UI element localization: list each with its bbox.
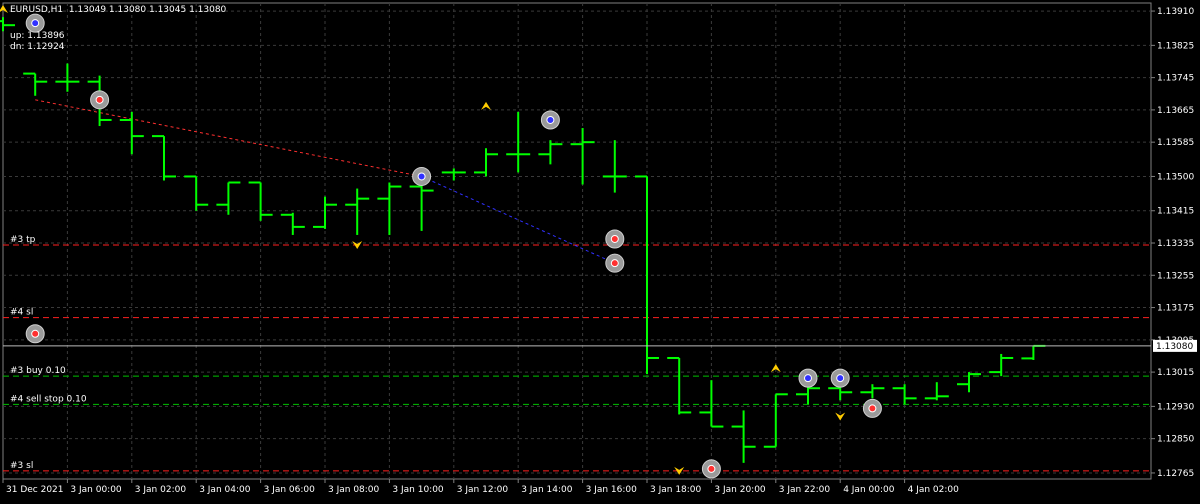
order-level-label: #4 sell stop 0.10 bbox=[10, 394, 87, 404]
time-tick-label: 3 Jan 14:00 bbox=[521, 485, 573, 495]
price-tick-label: 1.13825 bbox=[1157, 41, 1194, 51]
chart-window[interactable]: 1.13910 1.13825 1.13745 1.13665 1.13585 1.135… bbox=[0, 0, 1200, 500]
price-tick-label: 1.13665 bbox=[1157, 106, 1194, 116]
time-tick-label: 3 Jan 00:00 bbox=[70, 485, 122, 495]
price-tick-label: 1.12930 bbox=[1157, 402, 1194, 412]
time-tick-label: 3 Jan 08:00 bbox=[328, 485, 380, 495]
trade-marker-dot bbox=[95, 95, 104, 104]
order-level-label: #3 sl bbox=[10, 461, 33, 471]
trade-line bbox=[35, 99, 422, 177]
trade-marker-dot bbox=[804, 374, 812, 383]
trade-marker-dot bbox=[417, 172, 426, 181]
order-level-label: #4 sl bbox=[10, 308, 33, 318]
price-tick-label: 1.13255 bbox=[1157, 271, 1194, 281]
time-tick-label: 4 Jan 02:00 bbox=[908, 485, 960, 495]
time-tick-label: 31 Dec 2021 bbox=[6, 485, 64, 495]
price-tick-label: 1.12850 bbox=[1157, 435, 1194, 445]
price-tick-label: 1.13500 bbox=[1157, 172, 1194, 182]
order-level-label: #3 tp bbox=[10, 235, 36, 245]
fractal-arrow bbox=[481, 101, 491, 110]
price-tick-label: 1.13910 bbox=[1157, 7, 1194, 17]
time-tick-label: 3 Jan 06:00 bbox=[264, 485, 316, 495]
price-tick-label: 1.13585 bbox=[1157, 138, 1194, 148]
trade-marker-dot bbox=[707, 464, 716, 473]
trade-marker-dot bbox=[868, 404, 877, 413]
up-label: up: 1.13896 bbox=[10, 31, 65, 41]
price-tick-label: 1.13015 bbox=[1157, 368, 1194, 378]
price-tick-label: 1.13175 bbox=[1157, 304, 1194, 314]
trade-marker-dot bbox=[610, 234, 619, 243]
price-tick-label: 1.12765 bbox=[1157, 469, 1194, 479]
trade-marker-dot bbox=[31, 329, 40, 338]
fractal-arrow bbox=[0, 5, 8, 14]
price-tick-label: 1.13745 bbox=[1157, 74, 1194, 84]
price-tick-label: 1.13415 bbox=[1157, 207, 1194, 217]
time-tick-label: 3 Jan 22:00 bbox=[779, 485, 831, 495]
time-tick-label: 3 Jan 10:00 bbox=[392, 485, 444, 495]
trade-marker-dot bbox=[31, 19, 40, 28]
symbol-title: EURUSD,H1 1.13049 1.13080 1.13045 1.1308… bbox=[10, 5, 227, 15]
order-level-label: #3 buy 0.10 bbox=[10, 366, 66, 376]
time-tick-label: 3 Jan 02:00 bbox=[135, 485, 187, 495]
time-tick-label: 3 Jan 12:00 bbox=[457, 485, 509, 495]
time-tick-label: 4 Jan 00:00 bbox=[843, 485, 895, 495]
current-price-label: 1.13080 bbox=[1156, 342, 1193, 352]
plot-frame bbox=[2, 2, 1152, 480]
time-tick-label: 3 Jan 04:00 bbox=[199, 485, 251, 495]
price-tick-label: 1.13335 bbox=[1157, 239, 1194, 249]
trade-marker-dot bbox=[610, 259, 619, 268]
price-chart[interactable]: 1.13910 1.13825 1.13745 1.13665 1.13585 1.135… bbox=[0, 0, 1200, 500]
dn-label: dn: 1.12924 bbox=[10, 42, 65, 52]
time-tick-label: 3 Jan 20:00 bbox=[714, 485, 766, 495]
time-tick-label: 3 Jan 16:00 bbox=[586, 485, 638, 495]
time-tick-label: 3 Jan 18:00 bbox=[650, 485, 702, 495]
trade-marker-dot bbox=[836, 374, 845, 383]
trade-marker-dot bbox=[546, 115, 555, 124]
